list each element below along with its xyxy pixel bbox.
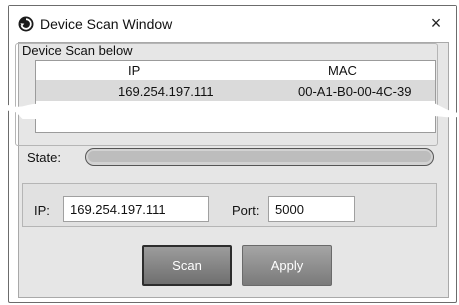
- ip-field[interactable]: [63, 196, 209, 222]
- device-mac-cell: 00-A1-B0-00-4C-39: [298, 84, 412, 99]
- torn-edge: [0, 103, 459, 119]
- port-label: Port:: [232, 203, 260, 218]
- state-progress-fill: [88, 151, 431, 162]
- column-header-ip[interactable]: IP: [128, 63, 140, 78]
- title-bar: Device Scan Window ×: [9, 6, 456, 40]
- port-field[interactable]: [268, 196, 355, 222]
- ip-label: IP:: [34, 203, 50, 218]
- window-title: Device Scan Window: [40, 16, 173, 32]
- scan-button[interactable]: Scan: [142, 245, 232, 286]
- device-ip-cell: 169.254.197.111: [118, 84, 214, 99]
- close-button[interactable]: ×: [424, 12, 448, 34]
- state-label: State:: [27, 150, 61, 165]
- apply-button[interactable]: Apply: [242, 245, 332, 286]
- refresh-icon: [18, 16, 34, 32]
- device-scan-group-label: Device Scan below: [20, 43, 135, 58]
- column-header-mac[interactable]: MAC: [328, 63, 357, 78]
- state-progress-bar: [85, 148, 434, 166]
